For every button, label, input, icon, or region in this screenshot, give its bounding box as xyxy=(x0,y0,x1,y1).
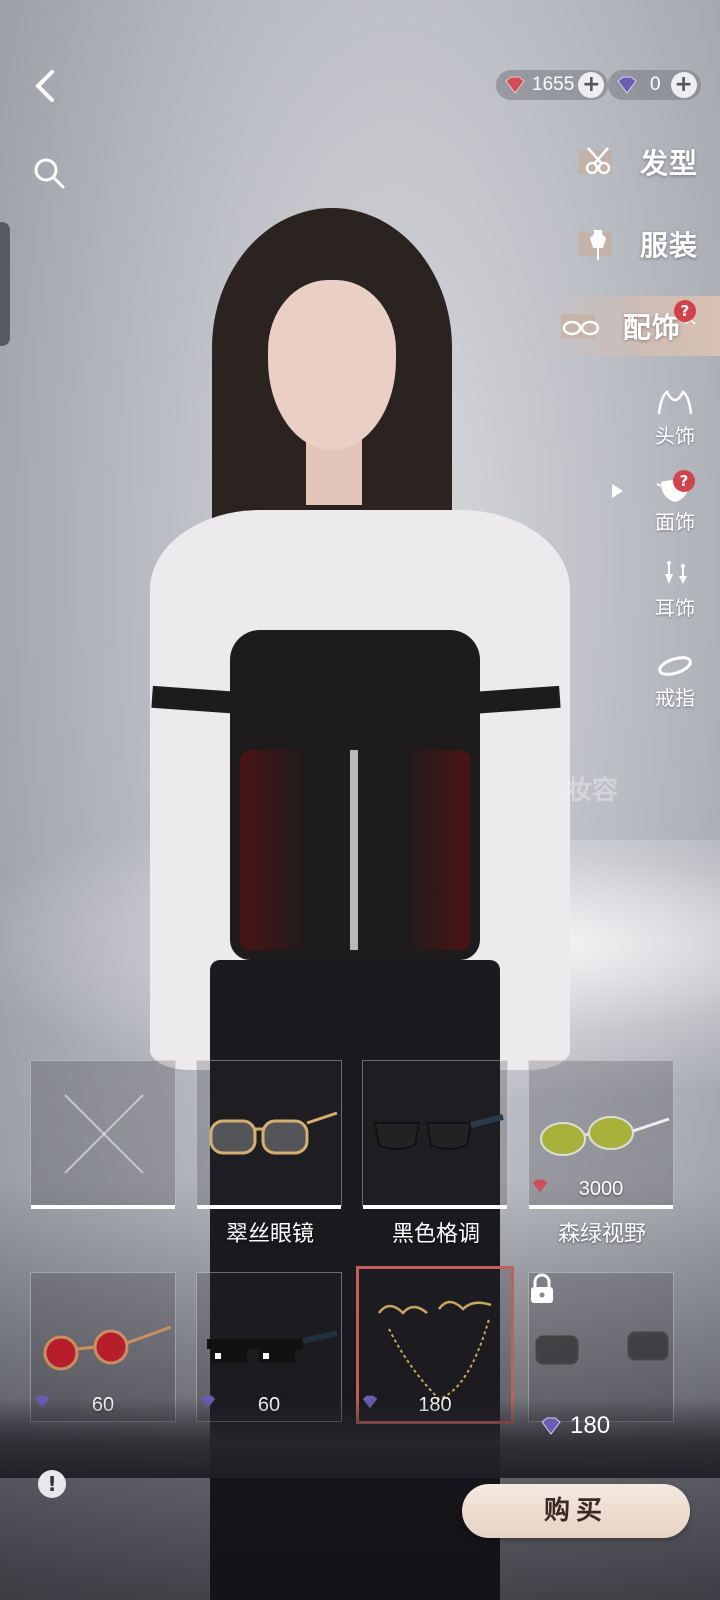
subcategory-earrings[interactable]: 耳饰 xyxy=(630,560,720,621)
earring-icon xyxy=(665,561,687,584)
tile-underline xyxy=(529,1205,673,1209)
buy-button[interactable]: 购买 xyxy=(462,1484,690,1538)
currency-secondary-amount: 0 xyxy=(650,74,661,95)
item-name-black-glasses: 黑色格调 xyxy=(391,1222,480,1247)
add-secondary-currency-button[interactable]: + xyxy=(670,72,697,98)
back-button[interactable] xyxy=(28,66,68,106)
ring-icon xyxy=(658,656,692,676)
subcategory-earrings-label: 耳饰 xyxy=(655,596,695,620)
total-price: 180 xyxy=(538,1412,610,1440)
character-zipper xyxy=(350,750,358,950)
subcategory-face-label: 面饰 xyxy=(655,510,695,534)
glasses-icon xyxy=(560,314,600,338)
tile-underline xyxy=(31,1205,175,1209)
subcategory-rings-label: 戒指 xyxy=(655,686,695,710)
purple-gem-icon xyxy=(541,1417,561,1435)
search-icon xyxy=(34,158,65,189)
gold-glasses-icon xyxy=(209,1111,338,1155)
item-tile-green-glasses[interactable]: 3000 xyxy=(528,1060,674,1209)
subcategory-rings[interactable]: 戒指 xyxy=(630,650,720,711)
tile-underline xyxy=(197,1205,341,1209)
currency-primary-amount: 1655 xyxy=(532,74,575,95)
item-price-green-glasses-value: 3000 xyxy=(578,1178,624,1200)
selected-indicator-arrow xyxy=(612,484,623,498)
item-name-green-glasses: 森绿视野 xyxy=(557,1222,646,1247)
info-button[interactable]: ! xyxy=(38,1470,66,1498)
black-glasses-icon xyxy=(373,1114,504,1150)
item-tile-black-glasses[interactable] xyxy=(362,1060,508,1209)
category-clothing-label: 服装 xyxy=(639,229,698,262)
red-gem-icon xyxy=(532,1179,548,1193)
currency-secondary: 0 + xyxy=(608,70,701,100)
scissors-icon xyxy=(577,147,612,175)
currency-primary: 1655 + xyxy=(496,70,609,100)
item-price-green-glasses: 3000 xyxy=(529,1178,673,1201)
none-icon xyxy=(64,1094,144,1174)
dress-form-icon xyxy=(577,230,612,260)
subcategory-headwear[interactable]: 头饰 xyxy=(630,388,720,449)
search-button[interactable] xyxy=(32,156,66,190)
face-hint-badge: ? xyxy=(673,470,695,492)
category-hairstyle[interactable]: 发型 xyxy=(574,132,720,192)
category-accessories-label: 配饰 xyxy=(622,311,681,344)
category-hairstyle-label: 发型 xyxy=(639,147,698,180)
category-clothing[interactable]: 服装 xyxy=(574,214,720,274)
total-price-value: 180 xyxy=(570,1412,611,1439)
category-makeup[interactable]: 妆容 xyxy=(566,770,618,807)
back-arrow-icon xyxy=(35,70,54,102)
item-tile-none[interactable] xyxy=(30,1060,176,1209)
item-name-gold-glasses: 翠丝眼镜 xyxy=(225,1222,314,1247)
add-primary-currency-button[interactable]: + xyxy=(578,72,605,98)
lock-icon xyxy=(531,1273,553,1303)
accessories-hint-badge: ? xyxy=(674,300,696,322)
tile-underline xyxy=(363,1205,507,1209)
subcategory-headwear-label: 头饰 xyxy=(655,424,695,448)
side-drawer-handle[interactable] xyxy=(0,222,10,346)
cat-ears-icon xyxy=(657,390,693,415)
item-tile-gold-glasses[interactable] xyxy=(196,1060,342,1209)
grid-bottom-fade xyxy=(0,1398,720,1478)
purple-gem-icon xyxy=(617,76,637,94)
red-gem-icon xyxy=(505,76,525,94)
